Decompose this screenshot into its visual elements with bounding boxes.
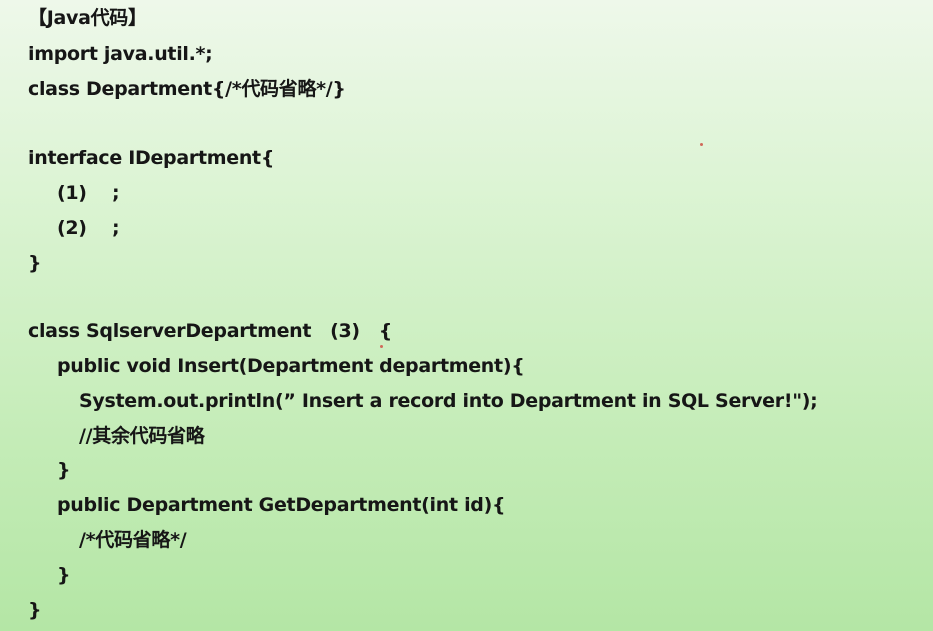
code-line-println: System.out.println(” Insert a record int… — [79, 390, 818, 412]
code-line-class-close: } — [28, 599, 42, 621]
section-heading: 【Java代码】 — [28, 7, 147, 29]
code-line-interface-declaration: interface IDepartment{ — [28, 147, 275, 169]
code-line-import: import java.util.*; — [28, 43, 213, 65]
code-line-getdepartment-method: public Department GetDepartment(int id){ — [57, 494, 506, 516]
code-line-comment-rest: //其余代码省略 — [79, 425, 205, 447]
code-line-comment-omitted: /*代码省略*/ — [79, 529, 187, 551]
code-line-class-department: class Department{/*代码省略*/} — [28, 78, 346, 100]
code-line-insert-method: public void Insert(Department department… — [57, 355, 525, 377]
code-document: 【Java代码】 import java.util.*; class Depar… — [0, 0, 933, 631]
stray-mark — [380, 345, 383, 348]
code-line-blank-2: (2) ; — [57, 217, 120, 239]
code-line-blank-1: (1) ; — [57, 182, 120, 204]
code-line-insert-close: } — [57, 459, 71, 481]
stray-mark — [700, 143, 703, 146]
code-line-interface-close: } — [28, 252, 42, 274]
code-line-getdepartment-close: } — [57, 564, 71, 586]
code-line-class-sqlserver: class SqlserverDepartment (3) { — [28, 320, 392, 342]
